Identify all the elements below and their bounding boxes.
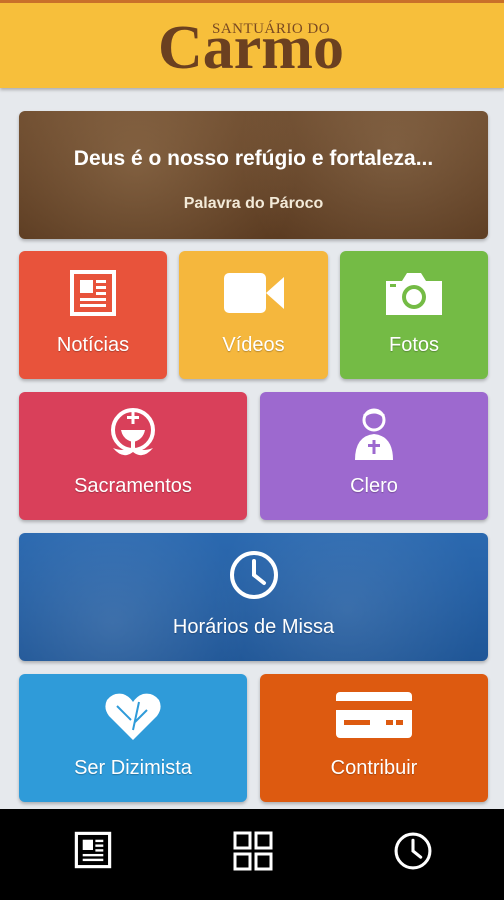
credit-card-icon: [336, 692, 412, 738]
noticias-label: Notícias: [56, 334, 130, 356]
logo-title: Carmo: [158, 14, 344, 82]
newspaper-icon: [74, 831, 112, 869]
nav-schedule-button[interactable]: [393, 831, 437, 875]
clock-icon: [229, 551, 278, 599]
clero-label: Clero: [350, 475, 398, 497]
bottom-navbar: [0, 809, 504, 900]
nav-news-button[interactable]: [74, 831, 118, 875]
camera-icon: [386, 273, 442, 315]
chalice-icon: [111, 408, 155, 456]
videos-label: Vídeos: [222, 334, 285, 356]
newspaper-icon: [70, 270, 116, 316]
clero-tile[interactable]: Clero: [260, 392, 488, 520]
horarios-label: Horários de Missa: [172, 616, 335, 638]
banner-subtitle: Palavra do Pároco: [183, 195, 324, 212]
noticias-tile[interactable]: Notícias: [19, 251, 167, 379]
contribuir-tile[interactable]: Contribuir: [260, 674, 488, 802]
dizimista-label: Ser Dizimista: [74, 757, 192, 779]
contribuir-label: Contribuir: [330, 757, 418, 779]
grid-icon: [233, 831, 273, 871]
pastor-word-banner[interactable]: Deus é o nosso refúgio e fortaleza... Pa…: [19, 111, 488, 239]
fotos-tile[interactable]: Fotos: [340, 251, 488, 379]
dizimista-tile[interactable]: Ser Dizimista: [19, 674, 247, 802]
horarios-missa-tile[interactable]: Horários de Missa: [19, 533, 488, 661]
fotos-label: Fotos: [388, 334, 440, 356]
clock-icon: [394, 832, 432, 870]
app-header: SANTUÁRIO DO Carmo: [0, 0, 504, 88]
video-camera-icon: [223, 273, 284, 313]
sacramentos-tile[interactable]: Sacramentos: [19, 392, 247, 520]
priest-icon: [355, 408, 393, 460]
nav-menu-button[interactable]: [233, 831, 277, 875]
videos-tile[interactable]: Vídeos: [179, 251, 328, 379]
heart-icon: [105, 693, 161, 740]
banner-title: Deus é o nosso refúgio e fortaleza...: [73, 147, 434, 170]
sacramentos-label: Sacramentos: [74, 475, 192, 497]
